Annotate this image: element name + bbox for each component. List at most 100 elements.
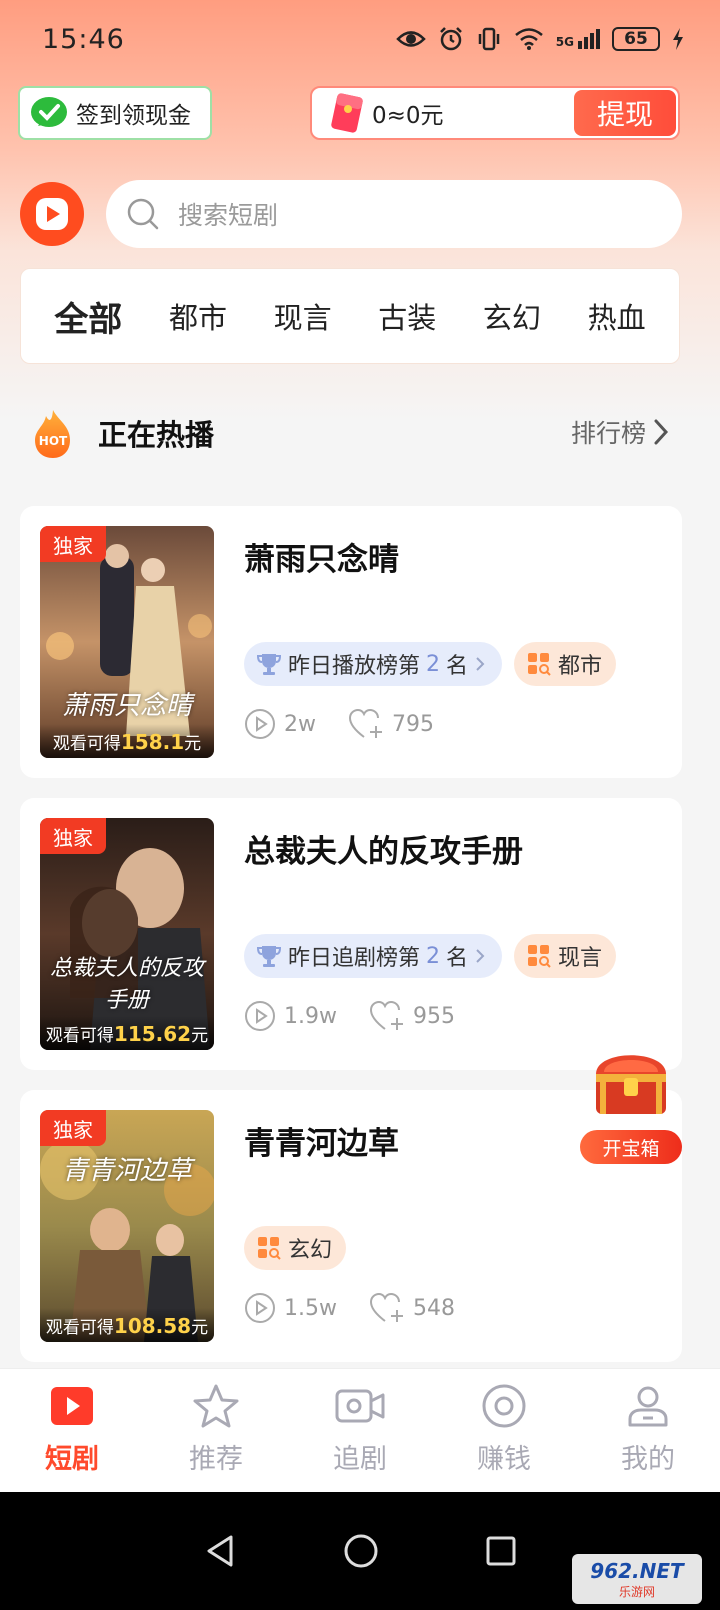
heart-plus-icon <box>369 1292 403 1322</box>
nav-item-short-drama[interactable]: 短剧 <box>0 1369 144 1492</box>
play-count-value: 1.9w <box>284 1003 337 1029</box>
reward-unit: 元 <box>184 734 202 754</box>
rank-unit: 名 <box>446 946 469 971</box>
chevron-right-icon <box>654 419 669 445</box>
search-placeholder: 搜索短剧 <box>178 201 279 230</box>
tag-row: 昨日播放榜第 2 名 都市 <box>244 642 617 686</box>
ranking-label: 排行榜 <box>570 419 646 448</box>
network-type: 5G <box>555 35 574 49</box>
tab-all[interactable]: 全部 <box>54 292 122 341</box>
reward-prefix: 观看可得 <box>52 734 121 754</box>
back-icon[interactable] <box>203 1533 237 1569</box>
nav-label: 短剧 <box>45 1444 99 1475</box>
nav-label: 我的 <box>621 1444 675 1475</box>
wechat-icon <box>31 97 67 127</box>
watermark-top: 962.NET <box>590 1558 684 1583</box>
hot-badge-text: HOT <box>39 434 68 448</box>
heart-plus-icon <box>369 1000 403 1030</box>
tab-action[interactable]: 热血 <box>588 295 646 337</box>
play-count-value: 1.5w <box>284 1295 337 1321</box>
nav-label: 推荐 <box>189 1444 243 1475</box>
play-count: 1.5w <box>244 1292 337 1324</box>
checkin-cash-button[interactable]: 签到领现金 <box>18 86 212 140</box>
chevron-right-icon <box>476 949 485 963</box>
reward-prefix: 观看可得 <box>45 1026 114 1046</box>
play-logo-icon <box>36 198 68 230</box>
category-tabs: 全部 都市 现言 古装 玄幻 热血 <box>20 268 680 364</box>
section-title: 正在热播 <box>98 418 215 452</box>
wifi-icon <box>514 28 543 50</box>
poster-title-art: 青青河边草 <box>61 1156 192 1186</box>
drama-title[interactable]: 萧雨只念晴 <box>244 534 399 579</box>
drama-card[interactable]: 独家 萧雨只念晴 观看可得 158.1 元 萧雨只念晴 昨日播放榜第 2 名 都… <box>20 506 682 778</box>
tab-urban[interactable]: 都市 <box>169 295 227 337</box>
search-input[interactable]: 搜索短剧 <box>106 180 682 248</box>
trophy-icon <box>256 946 282 967</box>
drama-poster[interactable]: 独家 萧雨只念晴 观看可得 158.1 元 <box>40 526 214 758</box>
genre-grid-icon <box>258 1237 281 1260</box>
app-logo[interactable] <box>20 182 84 246</box>
drama-title[interactable]: 青青河边草 <box>244 1118 399 1163</box>
nav-label: 追剧 <box>333 1444 387 1475</box>
nav-item-following[interactable]: 追剧 <box>288 1369 432 1492</box>
status-bar: 15:46 5G 65 <box>0 0 720 84</box>
reward-amount: 108.58 <box>113 1314 192 1338</box>
ranking-link[interactable]: 排行榜 <box>571 414 670 450</box>
play-circle-icon <box>245 1293 275 1323</box>
play-count-value: 2w <box>284 711 316 737</box>
star-icon <box>193 1384 239 1428</box>
rank-tag[interactable]: 昨日播放榜第 2 名 <box>244 642 503 686</box>
drama-card[interactable]: 独家 总裁夫人的反攻手册 观看可得 115.62 元 总裁夫人的反攻手册 昨日追… <box>20 798 682 1070</box>
play-count: 2w <box>244 708 316 740</box>
reward-amount: 115.62 <box>113 1022 192 1046</box>
genre-tag[interactable]: 现言 <box>514 934 617 978</box>
stats-row: 2w 795 <box>244 708 460 740</box>
tab-fantasy[interactable]: 玄幻 <box>483 295 541 337</box>
like-count[interactable]: 548 <box>369 1292 455 1324</box>
home-icon[interactable] <box>343 1533 379 1569</box>
nav-item-profile[interactable]: 我的 <box>576 1369 720 1492</box>
treasure-chest-button[interactable]: 开宝箱 <box>580 1034 682 1164</box>
tag-row: 玄幻 <box>244 1226 347 1270</box>
nav-item-recommend[interactable]: 推荐 <box>144 1369 288 1492</box>
rank-unit: 名 <box>446 654 469 679</box>
like-count-value: 955 <box>412 1003 455 1029</box>
genre-grid-icon <box>528 945 551 968</box>
drama-poster[interactable]: 独家 总裁夫人的反攻手册 观看可得 115.62 元 <box>40 818 214 1050</box>
tab-costume[interactable]: 古装 <box>378 295 436 337</box>
genre-label: 现言 <box>558 946 603 971</box>
exclusive-badge: 独家 <box>40 1110 106 1146</box>
wallet-balance: 0≈0元 <box>372 103 444 129</box>
poster-title-art: 萧雨只念晴 <box>61 691 192 721</box>
genre-tag[interactable]: 玄幻 <box>244 1226 347 1270</box>
like-count-value: 795 <box>392 711 434 737</box>
user-icon <box>628 1386 668 1427</box>
reward-strip: 观看可得 115.62 元 <box>40 1016 214 1050</box>
drama-poster[interactable]: 独家 青青河边草 观看可得 108.58 元 <box>40 1110 214 1342</box>
eye-icon <box>396 31 426 47</box>
play-square-icon <box>51 1387 93 1425</box>
status-time: 15:46 <box>42 24 125 55</box>
withdraw-button[interactable]: 提现 <box>574 90 676 136</box>
video-camera-icon <box>335 1389 385 1423</box>
rank-tag[interactable]: 昨日追剧榜第 2 名 <box>244 934 503 978</box>
nav-item-earn[interactable]: 赚钱 <box>432 1369 576 1492</box>
genre-tag[interactable]: 都市 <box>514 642 617 686</box>
play-circle-icon <box>245 709 275 739</box>
wallet-box[interactable]: 0≈0元 提现 <box>310 86 680 140</box>
bottom-nav: 短剧 推荐 追剧 赚钱 我的 <box>0 1368 720 1492</box>
chevron-right-icon <box>476 657 485 671</box>
rank-text: 昨日追剧榜第 <box>288 946 421 971</box>
like-count[interactable]: 955 <box>369 1000 455 1032</box>
alarm-icon <box>439 27 462 51</box>
recents-icon[interactable] <box>485 1535 517 1567</box>
genre-grid-icon <box>528 653 551 676</box>
site-watermark: 962.NET 乐游网 <box>572 1554 702 1604</box>
play-count: 1.9w <box>244 1000 337 1032</box>
like-count[interactable]: 795 <box>348 708 434 740</box>
stats-row: 1.9w 955 <box>244 1000 481 1032</box>
drama-title[interactable]: 总裁夫人的反攻手册 <box>244 826 523 871</box>
rank-text: 昨日播放榜第 <box>288 654 421 679</box>
tab-modern-romance[interactable]: 现言 <box>274 295 332 337</box>
rank-number: 2 <box>426 943 441 969</box>
